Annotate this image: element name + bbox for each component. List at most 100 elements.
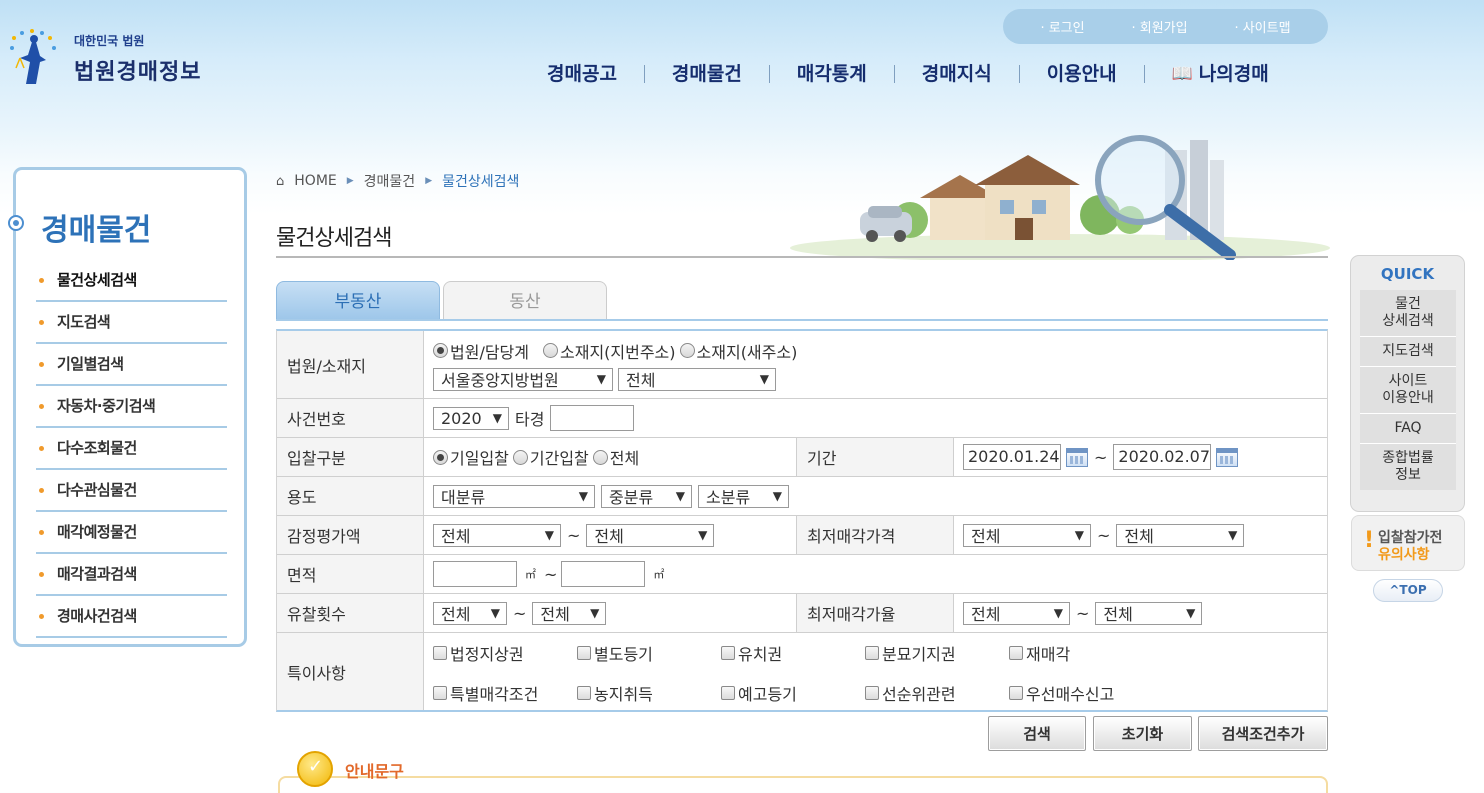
radio-period-bid-label: 기간입찰 [529,449,589,468]
quick-item-site-guide[interactable]: 사이트 이용안내 [1360,367,1456,414]
chk-label: 별도등기 [594,645,653,664]
period-to-input[interactable]: 2020.02.07 [1113,444,1212,470]
min-rate-value: 전체 ▼ ~ 전체 ▼ [954,594,1327,632]
lnb-item-most-viewed[interactable]: 다수조회물건 [36,428,227,470]
gnb-auction-notice[interactable]: 경매공고 [520,65,644,84]
chk-legal-superficies[interactable]: 법정지상권 [433,641,577,665]
gnb-my-auction[interactable]: 📖 나의경매 [1143,65,1296,84]
radio-icon [679,343,695,358]
case-number-input[interactable] [550,405,635,431]
lnb-item-date-search[interactable]: 기일별검색 [36,344,227,386]
lnb-item-case-search[interactable]: 경매사건검색 [36,596,227,638]
calendar-icon[interactable] [1216,447,1239,467]
area-unit: ㎡ [653,568,665,581]
breadcrumb-arrow-icon: ▶ [346,176,354,186]
chk-label: 유치권 [738,645,783,664]
radio-location-lot[interactable]: 소재지(지번주소) [543,339,676,363]
lnb-item-sale-results[interactable]: 매각결과검색 [36,554,227,596]
area-label: 면적 [277,555,424,593]
gnb-auction-items[interactable]: 경매물건 [643,65,769,84]
min-price-label: 최저매각가격 [796,516,954,554]
signup-link[interactable]: 회원가입 [1131,17,1188,36]
chk-special-sale-terms[interactable]: 특별매각조건 [433,681,577,705]
form-row-bid-type: 입찰구분 기일입찰 기간입찰 전체 기간 2020.01.24 ~ 2020.0… [277,438,1327,477]
gnb-usage-guide[interactable]: 이용안내 [1018,65,1144,84]
case-year-select[interactable]: 2020 ▼ [433,406,509,430]
top-utility-links: 로그인 회원가입 사이트맵 [1003,9,1328,44]
tilde: ~ [544,564,558,584]
form-row-area: 면적 ㎡ ~ ㎡ [277,555,1327,594]
radio-court-dept[interactable]: 법원/담당계 [433,339,529,363]
usage-minor-select[interactable]: 소분류 ▼ [698,484,789,508]
appraisal-to-select[interactable]: 전체 ▼ [586,523,715,547]
quick-item-map-search[interactable]: 지도검색 [1360,337,1456,367]
usage-middle-select[interactable]: 중분류 ▼ [601,484,692,508]
min-rate-to-select[interactable]: 전체 ▼ [1095,601,1203,625]
chk-label: 분묘기지권 [882,645,956,664]
radio-location-road[interactable]: 소재지(새주소) [679,339,797,363]
usage-major-select[interactable]: 대분류 ▼ [433,484,595,508]
form-row-court: 법원/소재지 법원/담당계 소재지(지번주소) 소재지(새주소) 서울중앙지방법… [277,331,1327,399]
period-from-input[interactable]: 2020.01.24 [963,444,1061,470]
quick-item-faq[interactable]: FAQ [1360,414,1456,444]
dept-select[interactable]: 전체 ▼ [618,367,776,391]
reset-button[interactable]: 초기화 [1093,716,1192,751]
lnb-item-upcoming-sale[interactable]: 매각예정물건 [36,512,227,554]
lnb-item-most-interested[interactable]: 다수관심물건 [36,470,227,512]
fail-count-to-select[interactable]: 전체 ▼ [532,601,607,625]
dropdown-arrow-icon: ▼ [1053,606,1063,620]
search-button[interactable]: 검색 [988,716,1086,751]
quick-title: QUICK [1380,265,1435,283]
min-price-to-value: 전체 [1124,527,1154,546]
checkbox-icon [721,646,735,660]
gnb-sales-stats[interactable]: 매각통계 [768,65,894,84]
dropdown-arrow-icon: ▼ [544,528,554,542]
breadcrumb-level1[interactable]: 경매물건 [364,171,416,191]
info-title: 안내문구 [345,762,404,781]
site-logo[interactable]: 대한민국 법원 법원경매정보 [2,26,232,96]
area-from-input[interactable] [433,561,517,587]
section-bullet-icon [8,215,24,231]
chk-preliminary-registry[interactable]: 예고등기 [721,681,865,705]
gnb-auction-knowledge[interactable]: 경매지식 [893,65,1019,84]
quick-item-legal-info[interactable]: 종합법률 정보 [1360,444,1456,490]
scroll-top-button[interactable]: ^TOP [1373,579,1443,602]
court-select[interactable]: 서울중앙지방법원 ▼ [433,367,613,391]
login-link[interactable]: 로그인 [1040,17,1085,36]
fail-count-from-select[interactable]: 전체 ▼ [433,601,507,625]
chk-priority-purchase[interactable]: 우선매수신고 [1009,681,1153,705]
radio-icon [592,449,608,465]
lnb-item-vehicle-search[interactable]: 자동차·중기검색 [36,386,227,428]
bid-precautions-link[interactable]: ! 입찰참가전 유의사항 [1351,515,1465,571]
quick-item-detail-search[interactable]: 물건 상세검색 [1360,290,1456,337]
info-box [278,776,1328,793]
dropdown-arrow-icon: ▼ [759,372,769,386]
radio-date-bid[interactable]: 기일입찰 [433,445,509,469]
main-navigation: 경매공고 경매물건 매각통계 경매지식 이용안내 📖 나의경매 [520,58,1330,90]
breadcrumb: ⌂ HOME ▶ 경매물건 ▶ 물건상세검색 [276,171,519,191]
tilde: ~ [1097,525,1111,545]
form-row-appraisal: 감정평가액 전체 ▼ ~ 전체 ▼ 최저매각가격 전체 ▼ ~ 전체 ▼ [277,516,1327,555]
tab-real-estate[interactable]: 부동산 [276,281,440,320]
appraisal-from-select[interactable]: 전체 ▼ [433,523,561,547]
min-rate-from-select[interactable]: 전체 ▼ [963,601,1070,625]
logo-subtitle: 대한민국 법원 [74,34,145,48]
chk-farmland-acquisition[interactable]: 농지취득 [577,681,721,705]
tab-movable-property[interactable]: 동산 [443,281,607,320]
radio-all-bid[interactable]: 전체 [592,445,639,469]
sitemap-link[interactable]: 사이트맵 [1234,17,1291,36]
add-condition-button[interactable]: 검색조건추가 [1198,716,1328,751]
min-price-from-select[interactable]: 전체 ▼ [963,523,1091,547]
chk-resale[interactable]: 재매각 [1009,641,1153,665]
calendar-icon[interactable] [1066,447,1088,467]
radio-period-bid[interactable]: 기간입찰 [512,445,589,469]
lnb-item-map-search[interactable]: 지도검색 [36,302,227,344]
area-to-input[interactable] [561,561,646,587]
chk-lien[interactable]: 유치권 [721,641,865,665]
chk-grave-base-right[interactable]: 분묘기지권 [865,641,1009,665]
lnb-item-detail-search[interactable]: 물건상세검색 [36,260,227,302]
chk-senior-related[interactable]: 선순위관련 [865,681,1009,705]
chk-separate-registry[interactable]: 별도등기 [577,641,721,665]
min-price-to-select[interactable]: 전체 ▼ [1116,523,1245,547]
breadcrumb-home[interactable]: HOME [294,173,336,189]
